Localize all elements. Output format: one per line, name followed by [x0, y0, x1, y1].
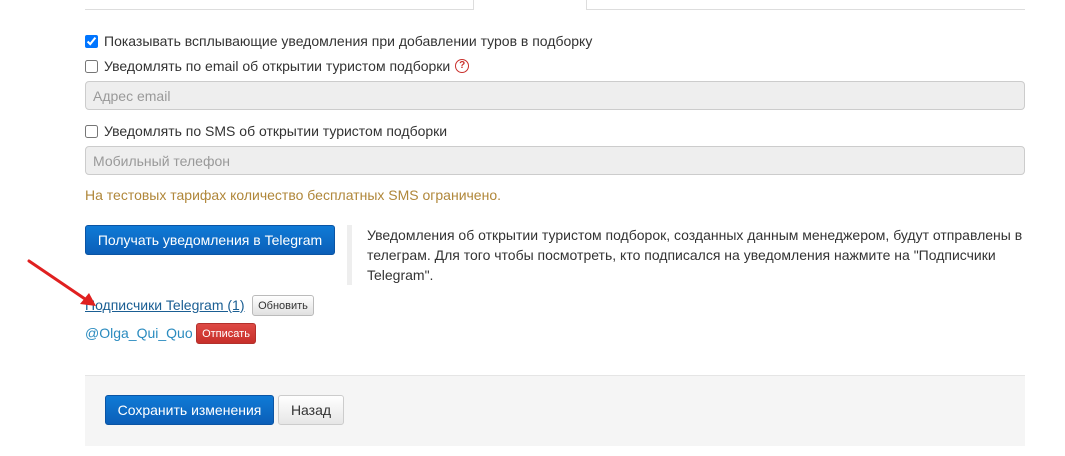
telegram-info-note: Уведомления об открытии туристом подборо…	[347, 225, 1027, 285]
unsubscribe-button[interactable]: Отписать	[196, 323, 256, 344]
sms-notifications-checkbox[interactable]	[85, 124, 98, 138]
back-button[interactable]: Назад	[278, 395, 344, 425]
question-circle-icon[interactable]: ?	[455, 59, 470, 73]
annotation-arrow-head	[80, 293, 96, 306]
popup-notifications-option[interactable]: Показывать всплывающие уведомления при д…	[85, 33, 592, 49]
refresh-subscribers-button[interactable]: Обновить	[252, 295, 314, 316]
telegram-notifications-button[interactable]: Получать уведомления в Telegram	[85, 225, 335, 255]
annotation-arrow-icon	[27, 259, 96, 306]
tabs-bar	[85, 0, 1025, 10]
telegram-info-text: Уведомления об открытии туристом подборо…	[367, 227, 1023, 283]
save-changes-button[interactable]: Сохранить изменения	[105, 395, 274, 425]
sms-notifications-option[interactable]: Уведомлять по SMS об открытии туристом п…	[85, 123, 447, 139]
email-address-input[interactable]	[85, 81, 1025, 110]
subscriber-username: @Olga_Qui_Quo	[85, 325, 193, 341]
tab-active[interactable]	[474, 0, 587, 10]
tab-inactive-right[interactable]	[587, 0, 1025, 10]
popup-notifications-label: Показывать всплывающие уведомления при д…	[104, 33, 593, 49]
telegram-subscribers-link[interactable]: Подписчики Telegram (1)	[85, 297, 244, 313]
sms-limit-warning: На тестовых тарифах количество бесплатны…	[85, 187, 502, 203]
email-notifications-checkbox[interactable]	[85, 59, 98, 73]
email-notifications-option[interactable]: Уведомлять по email об открытии туристом…	[85, 58, 470, 74]
popup-notifications-checkbox[interactable]	[85, 34, 98, 48]
annotation-arrow-line	[27, 259, 90, 303]
email-notifications-label: Уведомлять по email об открытии туристом…	[104, 58, 451, 74]
tab-inactive-left[interactable]	[85, 0, 474, 10]
mobile-phone-input[interactable]	[85, 146, 1025, 175]
sms-notifications-label: Уведомлять по SMS об открытии туристом п…	[104, 123, 448, 139]
